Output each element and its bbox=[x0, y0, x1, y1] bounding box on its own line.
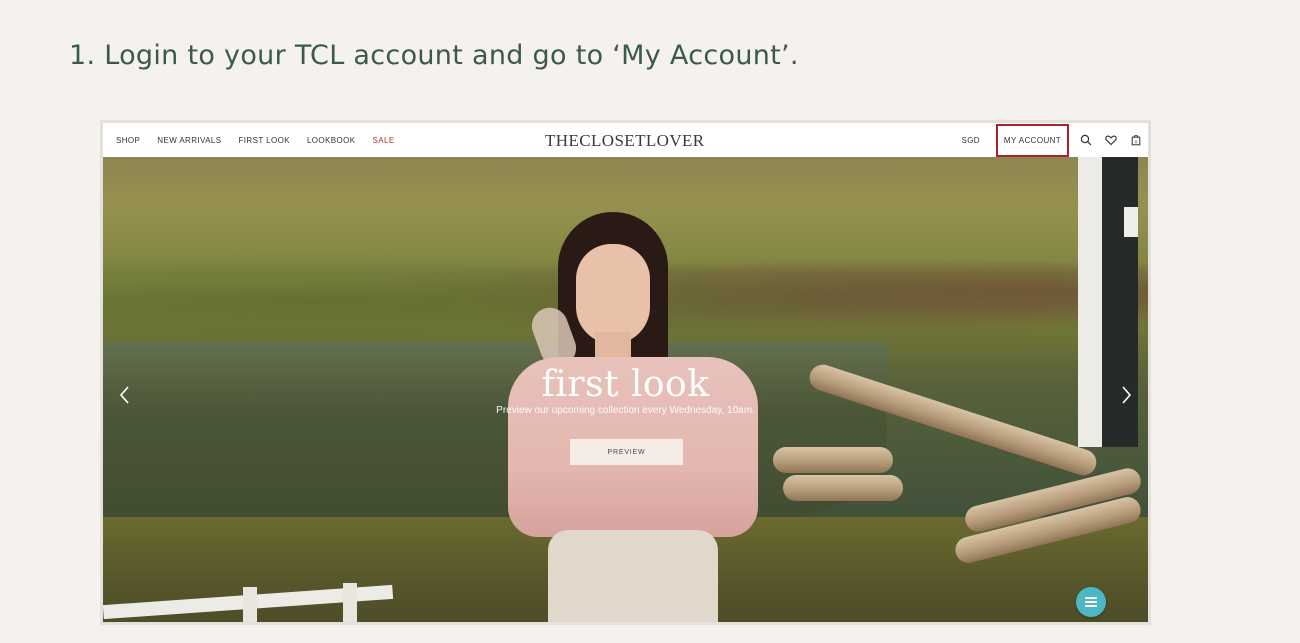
search-icon[interactable] bbox=[1073, 123, 1098, 157]
my-account-link[interactable]: MY ACCOUNT bbox=[996, 123, 1069, 157]
chevron-right-icon[interactable] bbox=[1116, 383, 1136, 407]
hero-text: first look Preview our upcoming collecti… bbox=[103, 364, 1148, 417]
hero-model bbox=[488, 212, 778, 622]
instruction-text: 1. Login to your TCL account and go to ‘… bbox=[69, 40, 799, 71]
nav-shop[interactable]: SHOP bbox=[116, 136, 140, 145]
nav-actions: SGD MY ACCOUNT 0 bbox=[961, 123, 1148, 157]
hero-banner[interactable]: first look Preview our upcoming collecti… bbox=[103, 157, 1148, 622]
site-logo[interactable]: THECLOSETLOVER bbox=[545, 131, 705, 151]
nav-sale[interactable]: SALE bbox=[373, 136, 395, 145]
chevron-left-icon[interactable] bbox=[115, 383, 135, 407]
nav-new-arrivals[interactable]: NEW ARRIVALS bbox=[157, 136, 221, 145]
preview-button-label: PREVIEW bbox=[607, 448, 646, 456]
nav-first-look[interactable]: FIRST LOOK bbox=[239, 136, 290, 145]
nav-links: SHOP NEW ARRIVALS FIRST LOOK LOOKBOOK SA… bbox=[103, 136, 412, 145]
nav-lookbook[interactable]: LOOKBOOK bbox=[307, 136, 356, 145]
hero-title: first look bbox=[541, 364, 710, 405]
hero-subtitle: Preview our upcoming collection every We… bbox=[496, 405, 755, 416]
currency-selector[interactable]: SGD bbox=[961, 136, 980, 145]
hero-background-fence bbox=[103, 577, 403, 622]
menu-icon[interactable] bbox=[1076, 587, 1106, 617]
website-screenshot: SHOP NEW ARRIVALS FIRST LOOK LOOKBOOK SA… bbox=[100, 120, 1151, 625]
bag-count: 0 bbox=[1134, 139, 1137, 144]
site-navbar: SHOP NEW ARRIVALS FIRST LOOK LOOKBOOK SA… bbox=[103, 123, 1148, 157]
heart-icon[interactable] bbox=[1098, 123, 1123, 157]
bag-icon[interactable]: 0 bbox=[1123, 123, 1148, 157]
my-account-label: MY ACCOUNT bbox=[1003, 135, 1062, 145]
preview-button[interactable]: PREVIEW bbox=[570, 439, 683, 465]
